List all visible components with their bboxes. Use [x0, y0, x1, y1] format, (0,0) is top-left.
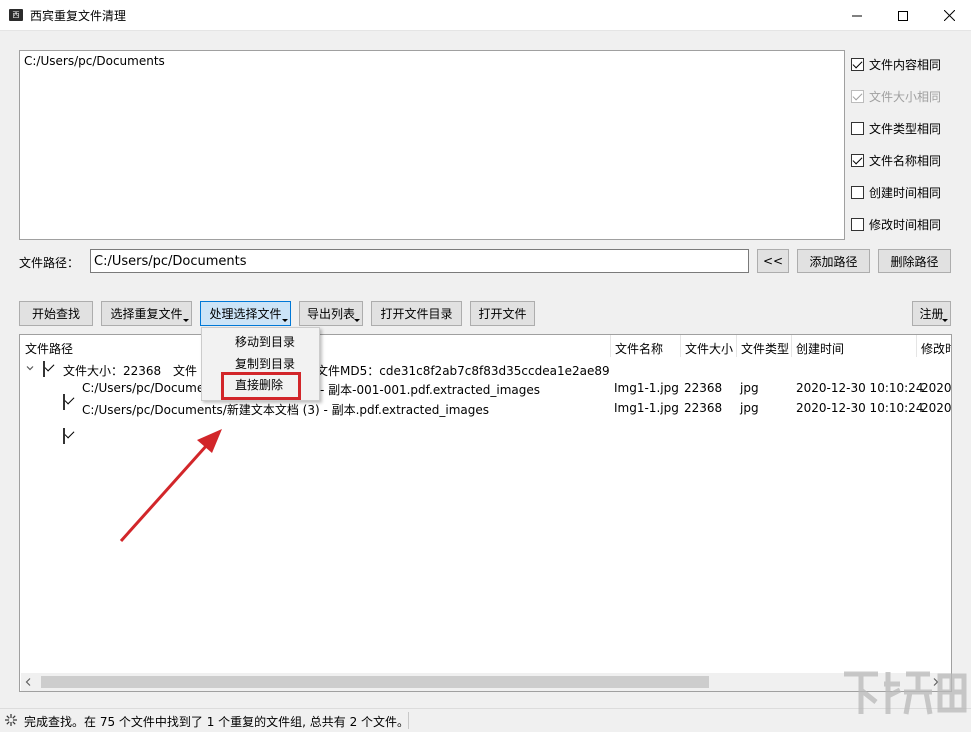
row-name: Img1-1.jpg — [614, 401, 679, 415]
minimize-button[interactable] — [834, 0, 880, 31]
option-label: 文件名称相同 — [869, 153, 942, 168]
export-list-button[interactable]: 导出列表 — [299, 301, 363, 326]
column-header-size[interactable]: 文件大小 — [685, 340, 733, 357]
option-label: 文件大小相同 — [869, 89, 942, 104]
watermark-logo — [838, 662, 970, 722]
group-md5-text: 文件MD5：cde31c8f2ab7c8f83d35ccdea1e2ae89 — [316, 364, 610, 378]
minimize-icon — [852, 15, 862, 16]
checkbox[interactable] — [851, 217, 864, 231]
register-button[interactable]: 注册 — [912, 301, 951, 326]
download-site-logo-icon — [844, 671, 967, 715]
annotation-arrow-icon — [119, 429, 222, 543]
menu-item-move-to-directory[interactable]: 移动到目录 — [203, 331, 318, 353]
row-created: 2020-12-30 10:10:24 — [796, 401, 924, 415]
row-checkbox[interactable] — [63, 428, 65, 444]
option-label: 文件内容相同 — [869, 57, 942, 72]
checkbox — [851, 89, 864, 103]
status-spinner-icon — [5, 714, 17, 726]
option-label: 修改时间相同 — [869, 217, 942, 232]
checkbox[interactable] — [851, 185, 864, 199]
delete-path-button[interactable]: 删除路径 — [878, 249, 951, 273]
option-created-same[interactable]: 创建时间相同 — [851, 184, 941, 200]
start-search-button[interactable]: 开始查找 — [19, 301, 93, 326]
window-title: 西宾重复文件清理 — [30, 9, 127, 23]
close-button[interactable] — [926, 0, 971, 31]
process-selected-button[interactable]: 处理选择文件 — [200, 301, 291, 326]
status-text: 完成查找。在 75 个文件中找到了 1 个重复的文件组, 总共有 2 个文件。 — [24, 715, 410, 729]
row-size: 22368 — [684, 381, 723, 395]
search-path-list[interactable]: C:/Users/pc/Documents — [19, 50, 845, 240]
column-header-created[interactable]: 创建时间 — [796, 340, 844, 357]
group-name-text: 文件 — [173, 364, 198, 378]
horizontal-scrollbar[interactable] — [21, 673, 951, 691]
option-size-same: 文件大小相同 — [851, 88, 941, 104]
row-path: C:/Users/pc/Documents/新建文本文档 (3) - 副本.pd… — [82, 403, 490, 417]
row-modified: 2020- — [921, 401, 952, 415]
maximize-icon — [898, 10, 908, 21]
column-header-modified[interactable]: 修改时 — [921, 340, 951, 357]
row-checkbox[interactable] — [63, 394, 65, 410]
row-path-end: - 副本-001-001.pdf.extracted_images — [320, 383, 541, 397]
column-header-path[interactable]: 文件路径 — [25, 340, 73, 357]
column-divider[interactable] — [610, 335, 611, 357]
column-divider[interactable] — [736, 335, 737, 357]
app-icon: 西 — [9, 9, 23, 21]
row-type: jpg — [740, 401, 759, 415]
checkbox[interactable] — [851, 57, 864, 71]
open-directory-button[interactable]: 打开文件目录 — [371, 301, 462, 326]
title-bar: 西 西宾重复文件清理 — [0, 0, 971, 31]
option-modified-same[interactable]: 修改时间相同 — [851, 216, 941, 232]
column-divider[interactable] — [916, 335, 917, 357]
chevron-down-icon[interactable] — [26, 364, 34, 372]
column-divider[interactable] — [680, 335, 681, 357]
status-divider — [408, 712, 409, 729]
checkbox[interactable] — [851, 153, 864, 167]
annotation-highlight-box — [221, 372, 301, 400]
group-size-text: 文件大小：22368 — [63, 364, 162, 378]
column-divider[interactable] — [791, 335, 792, 357]
row-type: jpg — [740, 381, 759, 395]
browse-button[interactable]: << — [757, 249, 789, 273]
column-header-type[interactable]: 文件类型 — [741, 340, 789, 357]
path-input[interactable] — [90, 249, 749, 273]
group-checkbox[interactable] — [43, 361, 45, 377]
option-name-same[interactable]: 文件名称相同 — [851, 152, 941, 168]
select-duplicates-button[interactable]: 选择重复文件 — [101, 301, 192, 326]
row-created: 2020-12-30 10:10:24 — [796, 381, 924, 395]
row-path: C:/Users/pc/Docume — [82, 381, 205, 395]
option-type-same[interactable]: 文件类型相同 — [851, 120, 941, 136]
row-name: Img1-1.jpg — [614, 381, 679, 395]
scroll-left-icon[interactable] — [25, 678, 31, 686]
scrollbar-thumb[interactable] — [41, 676, 709, 688]
row-size: 22368 — [684, 401, 723, 415]
open-file-button[interactable]: 打开文件 — [470, 301, 535, 326]
column-header-name[interactable]: 文件名称 — [615, 340, 663, 357]
maximize-button[interactable] — [880, 0, 926, 31]
checkbox[interactable] — [851, 121, 864, 135]
path-label: 文件路径： — [19, 256, 80, 270]
row-modified: 2020- — [921, 381, 952, 395]
close-icon — [943, 10, 955, 21]
option-label: 文件类型相同 — [869, 121, 942, 136]
status-bar: 完成查找。在 75 个文件中找到了 1 个重复的文件组, 总共有 2 个文件。 — [0, 708, 971, 732]
add-path-button[interactable]: 添加路径 — [797, 249, 870, 273]
option-label: 创建时间相同 — [869, 185, 942, 200]
path-list-item[interactable]: C:/Users/pc/Documents — [24, 54, 165, 68]
option-content-same[interactable]: 文件内容相同 — [851, 56, 941, 72]
